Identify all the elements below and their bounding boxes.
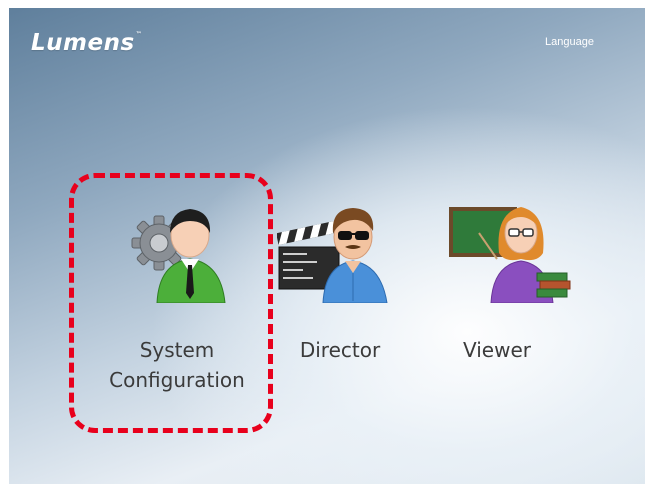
viewer-label: Viewer <box>463 338 531 362</box>
viewer-button[interactable]: Viewer <box>441 193 581 383</box>
system-configuration-icon <box>131 209 226 303</box>
director-label: Director <box>299 338 381 362</box>
viewer-icon <box>449 207 571 303</box>
logo-text: Lumens <box>31 30 135 56</box>
director-icon <box>277 208 388 303</box>
system-configuration-label-line2: Configuration <box>109 368 245 392</box>
lumens-logo: Lumens™ <box>31 30 142 56</box>
main-screen: Lumens™ Language System Configuration Di… <box>9 8 645 484</box>
logo-trademark: ™ <box>135 31 143 38</box>
system-configuration-label-line1: System <box>139 338 215 362</box>
system-configuration-button[interactable]: System Configuration <box>87 193 267 408</box>
language-link[interactable]: Language <box>545 36 594 48</box>
director-button[interactable]: Director <box>277 193 407 383</box>
